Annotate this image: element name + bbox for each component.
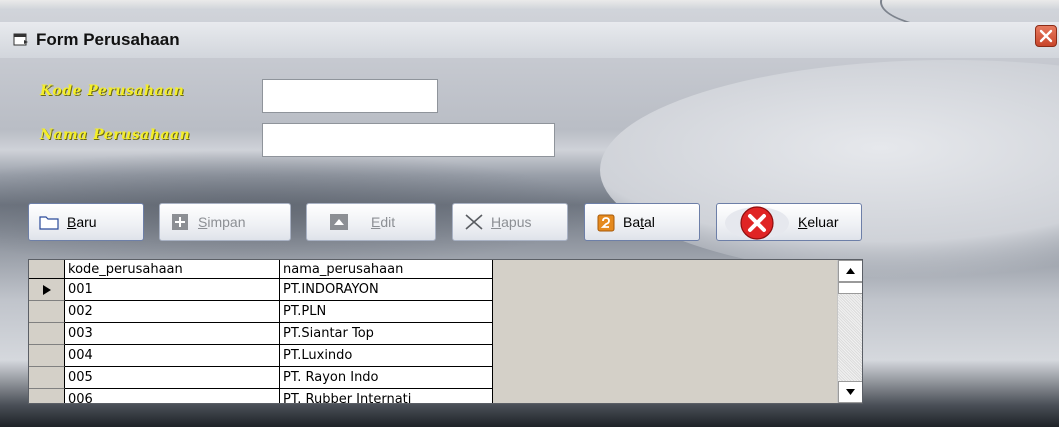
undo-icon xyxy=(597,214,617,232)
edit-icon xyxy=(329,213,349,231)
keluar-label: Keluar xyxy=(798,214,839,230)
stop-icon xyxy=(724,206,790,240)
kode-perusahaan-label: Kode Perusahaan xyxy=(40,83,185,99)
title-bar: Form Perusahaan xyxy=(0,22,1059,58)
scroll-up-button[interactable] xyxy=(838,260,862,282)
row-selector[interactable] xyxy=(29,279,65,301)
edit-button[interactable]: Edit xyxy=(306,203,436,241)
perusahaan-grid[interactable]: kode_perusahaan nama_perusahaan 001 PT.I… xyxy=(28,259,863,404)
scroll-thumb[interactable] xyxy=(838,282,862,294)
cell-nama[interactable]: PT.Luxindo xyxy=(280,345,493,367)
cell-nama[interactable]: PT.Siantar Top xyxy=(280,323,493,345)
window-title: Form Perusahaan xyxy=(36,30,180,49)
x-icon xyxy=(463,213,483,231)
table-row[interactable]: 006 PT. Rubber Internati xyxy=(29,389,493,403)
background-highlight xyxy=(600,60,1059,280)
batal-label: Batal xyxy=(623,214,655,230)
keluar-button[interactable]: Keluar xyxy=(716,203,862,241)
cell-kode[interactable]: 003 xyxy=(65,323,280,345)
table-row[interactable]: 002 PT.PLN xyxy=(29,301,493,323)
column-header-nama[interactable]: nama_perusahaan xyxy=(280,260,493,279)
form-icon xyxy=(13,32,29,46)
vertical-scrollbar[interactable] xyxy=(837,260,862,403)
row-selector[interactable] xyxy=(29,389,65,403)
arrow-down-icon xyxy=(846,389,855,395)
hapus-label: Hapus xyxy=(491,214,532,230)
kode-perusahaan-input[interactable] xyxy=(262,79,438,113)
nama-perusahaan-label: Nama Perusahaan xyxy=(40,127,191,143)
simpan-button[interactable]: Simpan xyxy=(159,203,291,241)
cell-nama[interactable]: PT.INDORAYON xyxy=(280,279,493,301)
scroll-down-button[interactable] xyxy=(838,381,862,403)
cell-nama[interactable]: PT. Rayon Indo xyxy=(280,367,493,389)
baru-button[interactable]: Baru xyxy=(28,203,144,241)
folder-icon xyxy=(39,213,59,231)
table-row[interactable]: 003 PT.Siantar Top xyxy=(29,323,493,345)
row-selector[interactable] xyxy=(29,367,65,389)
grid-empty-area xyxy=(493,260,839,403)
plus-icon xyxy=(170,213,190,231)
cell-nama[interactable]: PT. Rubber Internati xyxy=(280,389,493,403)
current-row-icon xyxy=(43,285,51,295)
cell-kode[interactable]: 005 xyxy=(65,367,280,389)
cell-kode[interactable]: 004 xyxy=(65,345,280,367)
cell-kode[interactable]: 001 xyxy=(65,279,280,301)
table-row[interactable]: 001 PT.INDORAYON xyxy=(29,279,493,301)
cell-nama[interactable]: PT.PLN xyxy=(280,301,493,323)
cell-kode[interactable]: 002 xyxy=(65,301,280,323)
simpan-label: Simpan xyxy=(198,214,246,230)
grid-corner xyxy=(29,260,65,279)
close-icon xyxy=(1039,29,1053,43)
hapus-button[interactable]: Hapus xyxy=(452,203,568,241)
cell-kode[interactable]: 006 xyxy=(65,389,280,403)
row-selector[interactable] xyxy=(29,345,65,367)
row-selector[interactable] xyxy=(29,323,65,345)
table-row[interactable]: 005 PT. Rayon Indo xyxy=(29,367,493,389)
baru-label: Baru xyxy=(67,214,97,230)
form-window: Form Perusahaan Kode Perusahaan Nama Per… xyxy=(0,0,1059,427)
close-button[interactable] xyxy=(1035,25,1057,47)
column-header-kode[interactable]: kode_perusahaan xyxy=(65,260,280,279)
batal-button[interactable]: Batal xyxy=(584,203,700,241)
arrow-up-icon xyxy=(846,268,855,274)
edit-label: Edit xyxy=(371,214,396,230)
table-row[interactable]: 004 PT.Luxindo xyxy=(29,345,493,367)
nama-perusahaan-input[interactable] xyxy=(262,123,555,157)
row-selector[interactable] xyxy=(29,301,65,323)
